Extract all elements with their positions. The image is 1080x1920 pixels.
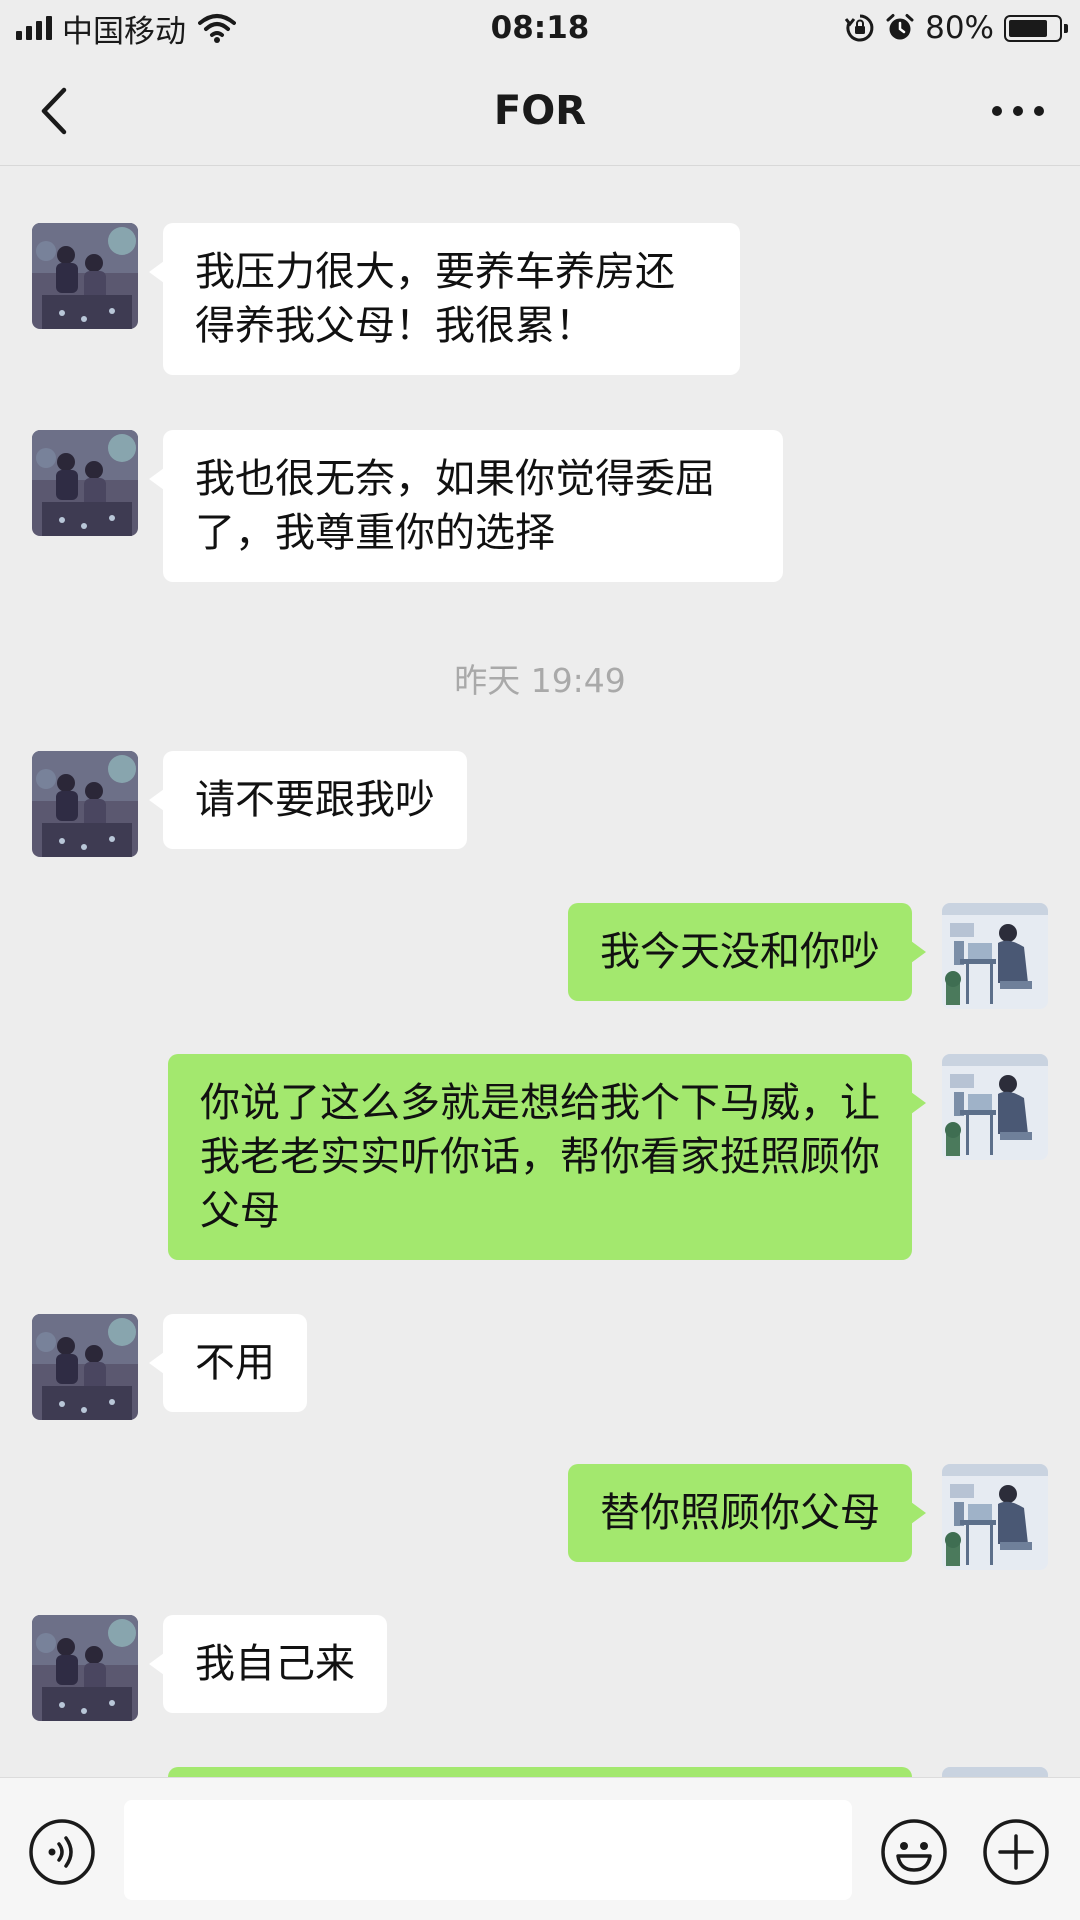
message-bubble[interactable]: 请不要跟我吵: [149, 751, 467, 849]
contact-avatar[interactable]: [32, 430, 138, 536]
message-input[interactable]: [124, 1800, 852, 1900]
more-dots-icon[interactable]: [992, 102, 1044, 120]
battery-icon: [1004, 14, 1068, 42]
message-bubble[interactable]: 我自己来: [149, 1615, 387, 1713]
chat-title: FOR: [493, 88, 587, 134]
status-bar: 中国移动 08:18 80%: [0, 0, 1080, 56]
message-bubble[interactable]: 你说了这么多就是想给我个下马威，让我老老实实听你话，帮你看家挺照顾你父母: [168, 1054, 926, 1260]
contact-avatar[interactable]: [32, 751, 138, 857]
nav-bar: FOR: [0, 56, 1080, 166]
input-bar: [0, 1777, 1080, 1920]
plus-icon[interactable]: [982, 1818, 1050, 1886]
message-bubble[interactable]: 不用: [149, 1314, 307, 1412]
self-avatar[interactable]: [942, 1054, 1048, 1160]
voice-icon[interactable]: [28, 1818, 96, 1886]
self-avatar[interactable]: [942, 903, 1048, 1009]
rotation-lock-icon: [845, 14, 874, 42]
contact-avatar[interactable]: [32, 1615, 138, 1721]
wechat-chat-screen: 中国移动 08:18 80% FOR 我压力很大，要养车养房还得养我父母！我很累…: [0, 0, 1080, 1920]
message-timestamp: 昨天 19:49: [454, 661, 626, 700]
status-right: 80%: [845, 8, 1068, 48]
message-bubble[interactable]: 我今天没和你吵: [568, 903, 926, 1001]
message-bubble[interactable]: 替你照顾你父母: [568, 1464, 926, 1562]
message-bubble[interactable]: 我压力很大，要养车养房还得养我父母！我很累！: [149, 223, 740, 375]
self-avatar[interactable]: [942, 1767, 1048, 1777]
self-avatar[interactable]: [942, 1464, 1048, 1570]
emoji-icon[interactable]: [880, 1818, 948, 1886]
chat-message-list[interactable]: 我压力很大，要养车养房还得养我父母！我很累！ 我也很无奈，如果你觉得委屈了，我尊…: [0, 167, 1080, 1777]
battery-percent: 80%: [925, 10, 994, 46]
alarm-icon: [886, 14, 914, 40]
message-bubble-partial[interactable]: [168, 1767, 912, 1777]
contact-avatar[interactable]: [32, 223, 138, 329]
message-bubble[interactable]: 我也很无奈，如果你觉得委屈了，我尊重你的选择: [149, 430, 783, 582]
battery-fill: [1009, 19, 1048, 37]
contact-avatar[interactable]: [32, 1314, 138, 1420]
